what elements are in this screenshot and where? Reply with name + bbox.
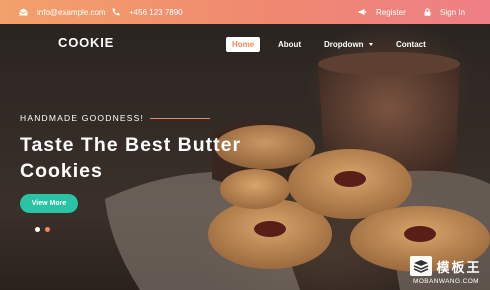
nav-about[interactable]: About <box>278 40 301 49</box>
site-logo[interactable]: COOKIE <box>58 35 114 50</box>
slider-dot-2[interactable] <box>45 227 50 232</box>
top-contact-bar: info@example.com +456 123 7890 Register … <box>0 0 490 24</box>
lock-icon <box>424 8 431 16</box>
signin-link[interactable]: Sign In <box>424 8 465 17</box>
view-more-button[interactable]: View More <box>20 194 78 213</box>
watermark: 模板王 MOBANWANG.COM <box>405 256 487 290</box>
phone-link[interactable]: +456 123 7890 <box>112 8 183 17</box>
tagline-text: HANDMADE GOODNESS! <box>20 113 145 123</box>
caret-down-icon <box>368 43 373 46</box>
nav-contact[interactable]: Contact <box>396 40 426 49</box>
slider-dot-1[interactable] <box>35 227 40 232</box>
headline-line-1: Taste The Best Butter <box>20 134 242 156</box>
hero-headline: Taste The Best Butter Cookies <box>20 132 300 184</box>
watermark-logo-icon <box>410 256 433 276</box>
email-text: info@example.com <box>37 7 106 17</box>
main-nav: Home About Dropdown Contact <box>226 37 426 52</box>
signin-text: Sign In <box>440 7 465 17</box>
nav-home[interactable]: Home <box>226 37 261 52</box>
register-link[interactable]: Register <box>358 8 406 17</box>
phone-text: +456 123 7890 <box>129 7 183 17</box>
tagline-divider <box>150 117 211 119</box>
watermark-en: MOBANWANG.COM <box>413 278 479 285</box>
headline-line-2: Cookies <box>20 160 103 182</box>
email-link[interactable]: info@example.com <box>19 8 106 17</box>
nav-dropdown-label: Dropdown <box>324 40 364 49</box>
watermark-cn: 模板王 <box>436 260 482 276</box>
mail-icon <box>19 8 28 16</box>
nav-dropdown[interactable]: Dropdown <box>324 40 373 49</box>
register-text: Register <box>376 7 406 17</box>
hero-banner: COOKIE Home About Dropdown Contact HANDM… <box>0 24 490 290</box>
megaphone-icon <box>358 8 367 16</box>
hero-tagline: HANDMADE GOODNESS! <box>20 113 211 123</box>
slider-dots <box>35 227 55 232</box>
phone-icon <box>112 8 120 16</box>
